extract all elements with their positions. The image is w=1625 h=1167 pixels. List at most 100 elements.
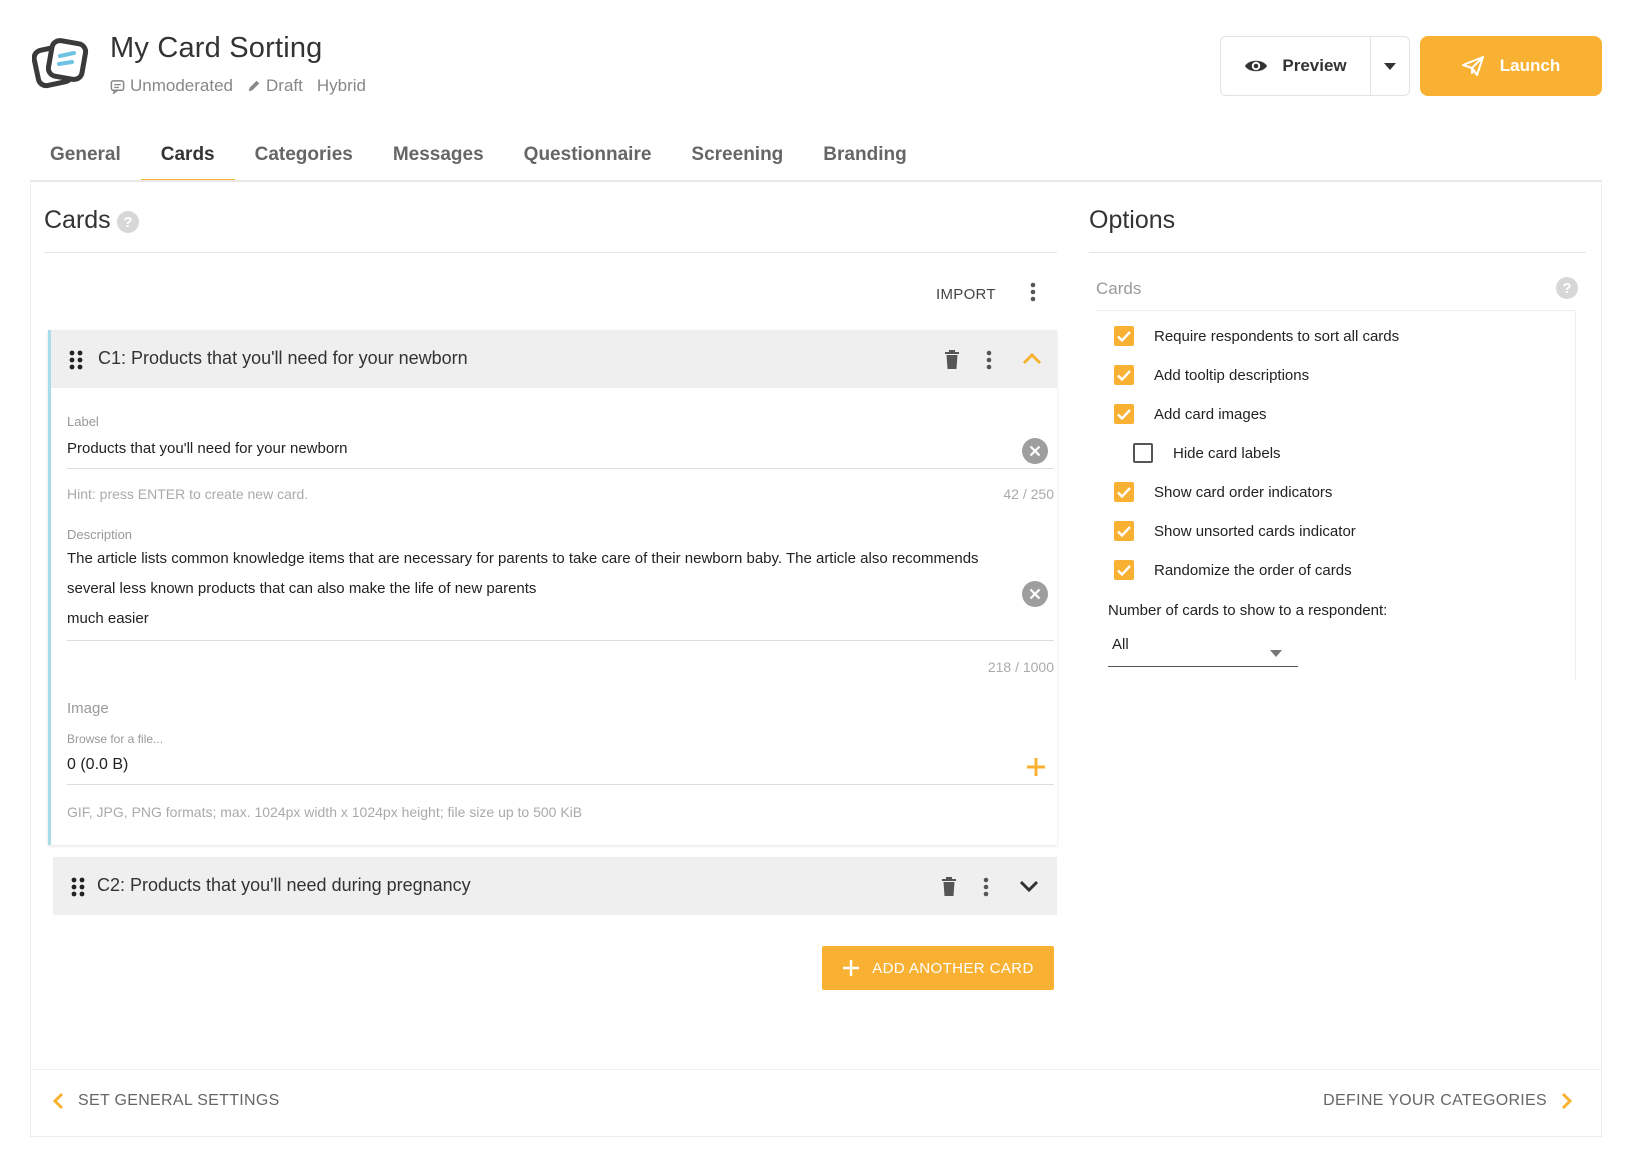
drag-handle-icon[interactable] <box>71 877 85 902</box>
image-file-input[interactable]: 0 (0.0 B) <box>67 756 128 774</box>
meta-mode: Unmoderated <box>110 76 233 96</box>
description-underline <box>67 640 1054 641</box>
tab-branding[interactable]: Branding <box>803 132 926 182</box>
description-line: The article lists common knowledge items… <box>67 550 979 567</box>
meta-status: Draft <box>247 76 303 96</box>
preview-dropdown-toggle[interactable] <box>1371 37 1409 95</box>
checkbox-checked-icon <box>1114 560 1134 580</box>
option-label: Require respondents to sort all cards <box>1154 327 1400 345</box>
num-cards-label: Number of cards to show to a respondent: <box>1108 602 1388 619</box>
card-title: C1: Products that you'll need for your n… <box>98 348 468 368</box>
add-image-icon[interactable] <box>1025 756 1047 783</box>
tab-questionnaire[interactable]: Questionnaire <box>504 132 672 182</box>
description-line: much easier <box>67 610 149 627</box>
pencil-icon <box>247 79 261 93</box>
clear-label-icon[interactable] <box>1022 438 1048 464</box>
label-underline <box>67 468 1054 469</box>
option-unsorted-indicator[interactable]: Show unsorted cards indicator <box>1114 521 1356 541</box>
tab-screening[interactable]: Screening <box>671 132 803 182</box>
option-label: Hide card labels <box>1173 444 1281 462</box>
num-cards-select[interactable]: All <box>1108 629 1298 667</box>
card-menu-icon[interactable] <box>986 350 992 375</box>
help-icon[interactable]: ? <box>117 211 139 233</box>
eye-icon <box>1244 58 1268 74</box>
label-field-label: Label <box>67 414 99 429</box>
meta-mode-label: Unmoderated <box>130 76 234 95</box>
chevron-up-icon[interactable] <box>1021 348 1043 375</box>
option-label: Show unsorted cards indicator <box>1154 522 1356 540</box>
launch-button[interactable]: Launch <box>1420 36 1602 96</box>
checkbox-checked-icon <box>1114 482 1134 502</box>
image-hint: GIF, JPG, PNG formats; max. 1024px width… <box>67 804 583 820</box>
option-randomize-order[interactable]: Randomize the order of cards <box>1114 560 1352 580</box>
description-field-label: Description <box>67 527 133 542</box>
checkbox-checked-icon <box>1114 521 1134 541</box>
description-input[interactable]: The article lists common knowledge items… <box>67 544 997 634</box>
label-counter: 42 / 250 <box>1003 486 1054 502</box>
preview-button-group: Preview <box>1220 36 1410 96</box>
option-tooltip-descriptions[interactable]: Add tooltip descriptions <box>1114 365 1309 385</box>
launch-label: Launch <box>1499 56 1561 75</box>
drag-handle-icon[interactable] <box>69 350 83 375</box>
options-subsection-title: Cards <box>1096 279 1142 298</box>
image-underline <box>67 784 1054 785</box>
tab-bar: General Cards Categories Messages Questi… <box>30 132 927 182</box>
preview-button[interactable]: Preview <box>1221 37 1371 95</box>
description-counter: 218 / 1000 <box>987 659 1054 675</box>
checkbox-checked-icon <box>1114 404 1134 424</box>
meta-status-label: Draft <box>266 76 303 95</box>
meta-type: Hybrid <box>317 76 366 96</box>
option-card-images[interactable]: Add card images <box>1114 404 1267 424</box>
tab-messages[interactable]: Messages <box>373 132 504 182</box>
option-label: Randomize the order of cards <box>1154 561 1352 579</box>
option-require-sort-all[interactable]: Require respondents to sort all cards <box>1114 326 1399 346</box>
option-hide-card-labels[interactable]: Hide card labels <box>1133 443 1281 463</box>
card-header[interactable]: C2: Products that you'll need during pre… <box>53 857 1057 915</box>
import-button[interactable]: IMPORT <box>936 286 996 303</box>
prev-step-label: SET GENERAL SETTINGS <box>78 1092 280 1109</box>
card-header[interactable]: C1: Products that you'll need for your n… <box>51 330 1057 388</box>
card-title: C2: Products that you'll need during pre… <box>97 875 471 895</box>
study-meta: Unmoderated Draft Hybrid <box>110 76 380 96</box>
tab-categories[interactable]: Categories <box>235 132 373 182</box>
next-step-label: DEFINE YOUR CATEGORIES <box>1323 1092 1547 1109</box>
option-card-order-indicators[interactable]: Show card order indicators <box>1114 482 1332 502</box>
paper-plane-icon <box>1461 56 1484 76</box>
chat-bubble-icon <box>110 79 125 94</box>
clear-description-icon[interactable] <box>1022 581 1048 607</box>
caret-down-icon <box>1270 644 1282 662</box>
tab-general[interactable]: General <box>30 132 141 182</box>
options-divider <box>1089 252 1586 253</box>
plus-icon <box>842 959 860 977</box>
label-input[interactable]: Products that you'll need for your newbo… <box>67 440 967 457</box>
prev-step-link[interactable]: SET GENERAL SETTINGS <box>52 1092 280 1110</box>
add-card-label: ADD ANOTHER CARD <box>872 959 1034 977</box>
tab-cards[interactable]: Cards <box>140 132 235 182</box>
option-label: Show card order indicators <box>1154 483 1333 501</box>
option-label: Add card images <box>1154 405 1267 423</box>
chevron-down-icon[interactable] <box>1018 875 1040 902</box>
next-step-link[interactable]: DEFINE YOUR CATEGORIES <box>1323 1092 1573 1110</box>
checkbox-unchecked-icon <box>1133 443 1153 463</box>
card-panel: C1: Products that you'll need for your n… <box>48 330 1057 845</box>
num-cards-value: All <box>1112 636 1129 653</box>
chevron-right-icon <box>1561 1092 1573 1110</box>
label-hint: Hint: press ENTER to create new card. <box>67 486 309 502</box>
trash-icon[interactable] <box>944 350 960 374</box>
cards-section-title: Cards <box>44 206 111 234</box>
image-field-label: Image <box>67 700 109 717</box>
caret-down-icon <box>1384 57 1396 75</box>
trash-icon[interactable] <box>941 877 957 901</box>
study-title: My Card Sorting <box>110 32 323 64</box>
description-line: several less known products that can als… <box>67 580 537 597</box>
footer-divider <box>30 1069 1602 1070</box>
option-label: Add tooltip descriptions <box>1154 366 1310 384</box>
options-title: Options <box>1089 206 1176 234</box>
options-help-icon[interactable]: ? <box>1556 277 1578 299</box>
more-options-icon[interactable] <box>1030 282 1036 307</box>
card-menu-icon[interactable] <box>983 877 989 902</box>
checkbox-checked-icon <box>1114 326 1134 346</box>
app-logo <box>31 36 90 92</box>
add-card-button[interactable]: ADD ANOTHER CARD <box>822 946 1054 990</box>
meta-type-label: Hybrid <box>316 76 366 95</box>
